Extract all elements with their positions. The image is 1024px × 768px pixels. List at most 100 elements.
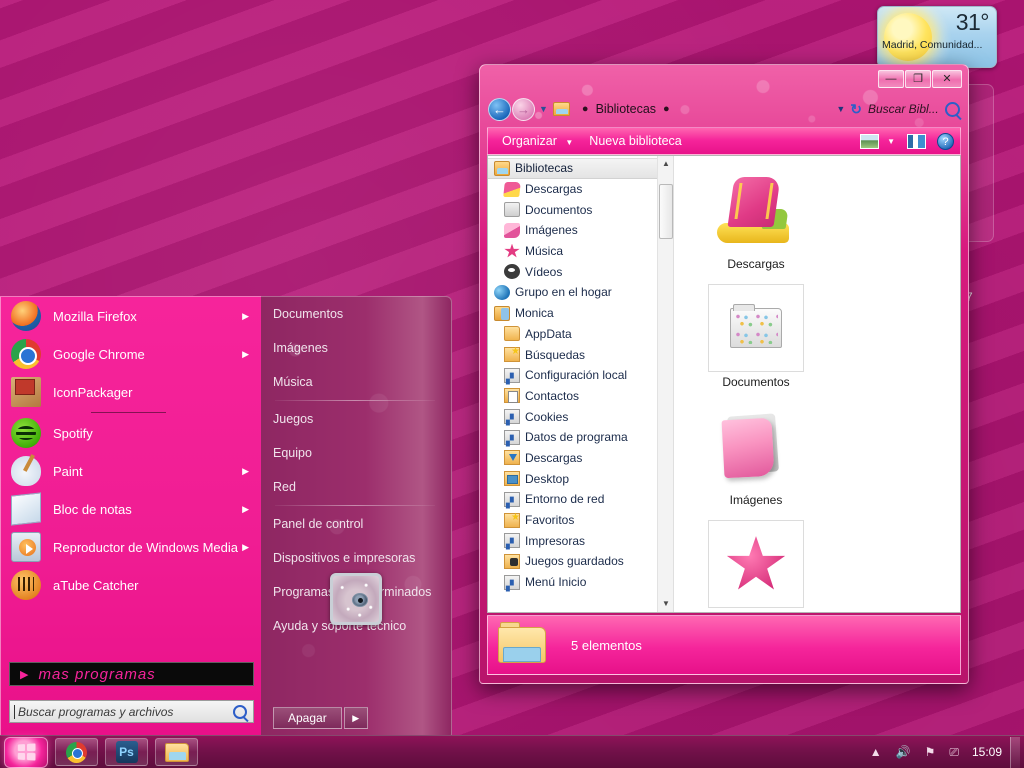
tree-item-label: Favoritos [525,513,574,527]
volume-icon[interactable]: 🔊 [896,745,911,759]
start-place-documentos[interactable]: Documentos [261,297,451,331]
tree-item-v-deos[interactable]: Vídeos [488,261,673,282]
tree-item-men-inicio[interactable]: Menú Inicio [488,572,673,593]
start-place-red[interactable]: Red [261,470,451,504]
chevron-right-icon: ▶ [242,504,249,515]
tree-item-m-sica[interactable]: Música [488,241,673,262]
show-hidden-icons-icon[interactable]: ▲ [870,745,882,759]
library-label: Música [737,611,775,613]
start-menu-left-pane: Mozilla Firefox▶Google Chrome▶IconPackag… [0,296,261,740]
start-program-atube-catcher[interactable]: aTube Catcher [1,566,261,604]
start-menu-divider [275,505,435,506]
forward-button[interactable]: → [512,98,535,121]
organize-button[interactable]: Organizar ▼ [494,132,581,150]
tree-item-im-genes[interactable]: Imágenes [488,220,673,241]
minimize-icon: — [879,71,903,87]
tree-item-monica[interactable]: Monica [488,303,673,324]
tree-item-descargas[interactable]: Descargas [488,179,673,200]
explorer-window[interactable]: — ❐ ✕ ← → ▼ ● Bibliotecas ● ▼ [479,64,969,684]
tree-item-impresoras[interactable]: Impresoras [488,530,673,551]
layout-pane-icon[interactable] [907,134,926,149]
tree-item-bibliotecas[interactable]: Bibliotecas [488,158,673,179]
clock[interactable]: 15:09 [972,745,1002,759]
tree-item-juegos-guardados[interactable]: Juegos guardados [488,551,673,572]
recent-pages-chevron-down-icon[interactable]: ▼ [539,104,548,114]
start-program-label: Google Chrome [53,347,242,362]
maximize-button[interactable]: ❐ [905,70,931,88]
tree-item-label: Configuración local [525,368,627,382]
start-program-paint[interactable]: Paint▶ [1,452,261,490]
start-place-panel-de-control[interactable]: Panel de control [261,507,451,541]
library-tile-descargas[interactable]: Descargas [686,166,826,284]
library-tile-documentos[interactable]: Documentos [686,284,826,402]
address-bar[interactable]: ← → ▼ ● Bibliotecas ● ▼ ↻ Buscar Bibl... [488,95,960,123]
start-menu[interactable]: DocumentosImágenesMúsicaJuegosEquipoRedP… [0,296,452,740]
breadcrumb-item-bibliotecas[interactable]: Bibliotecas [596,102,656,116]
tree-item-b-squedas[interactable]: Búsquedas [488,344,673,365]
start-button[interactable] [4,737,48,768]
show-desktop-button[interactable] [1010,737,1020,768]
new-library-button[interactable]: Nueva biblioteca [581,132,689,150]
view-chevron-down-icon[interactable]: ▼ [887,137,895,146]
tree-item-desktop[interactable]: Desktop [488,468,673,489]
tree-item-appdata[interactable]: AppData [488,324,673,345]
tree-item-label: Monica [515,306,554,320]
tree-item-favoritos[interactable]: Favoritos [488,510,673,531]
tree-item-label: Documentos [525,203,592,217]
navigation-pane[interactable]: BibliotecasDescargasDocumentosImágenesMú… [488,156,674,612]
start-menu-divider [91,412,166,413]
start-program-mozilla-firefox[interactable]: Mozilla Firefox▶ [1,297,261,335]
start-program-reproductor-de-windows-media[interactable]: Reproductor de Windows Media▶ [1,528,261,566]
start-program-bloc-de-notas[interactable]: Bloc de notas▶ [1,490,261,528]
all-programs-button[interactable]: ▶ mas programas [9,662,254,686]
scroll-up-icon[interactable]: ▲ [658,156,674,172]
taskbar-item-explorer[interactable] [155,738,198,766]
breadcrumb[interactable]: ● Bibliotecas ● [553,98,831,120]
search-box[interactable]: Buscar Bibl... [868,102,960,117]
close-button[interactable]: ✕ [932,70,962,88]
start-place-m-sica[interactable]: Música [261,365,451,399]
start-program-spotify[interactable]: Spotify [1,414,261,452]
library-tile-im-genes[interactable]: Imágenes [686,402,826,520]
taskbar-item-chrome[interactable] [55,738,98,766]
scrollbar-thumb[interactable] [659,184,673,239]
shortcut-icon [504,368,520,383]
tree-item-cookies[interactable]: Cookies [488,406,673,427]
back-button[interactable]: ← [488,98,511,121]
shortcut-icon [504,409,520,424]
desktop[interactable]: Ra R 7 31° Madrid, Comunidad... — ❐ ✕ ← [0,0,1024,768]
search-input[interactable]: Buscar Bibl... [868,102,945,116]
shutdown-options-button[interactable]: ▶ [344,707,368,729]
avatar[interactable] [330,573,382,625]
shutdown-button[interactable]: Apagar [273,707,342,729]
tree-item-documentos[interactable]: Documentos [488,199,673,220]
tree-item-entorno-de-red[interactable]: Entorno de red [488,489,673,510]
weather-gadget[interactable]: 31° Madrid, Comunidad... [877,6,997,68]
minimize-button[interactable]: — [878,70,904,88]
tree-item-contactos[interactable]: Contactos [488,386,673,407]
address-dropdown-chevron-down-icon[interactable]: ▼ [836,104,845,114]
library-tile-m-sica[interactable]: Música [686,520,826,613]
action-center-icon[interactable]: ⎚ [949,745,959,760]
help-icon[interactable]: ? [937,133,954,150]
taskbar-item-photoshop[interactable]: Ps [105,738,148,766]
refresh-icon[interactable]: ↻ [850,101,862,118]
scroll-down-icon[interactable]: ▼ [658,596,674,612]
preview-pane-icon[interactable] [860,134,879,149]
navigation-scrollbar[interactable]: ▲ ▼ [657,156,673,612]
tree-item-grupo-en-el-hogar[interactable]: Grupo en el hogar [488,282,673,303]
start-place-im-genes[interactable]: Imágenes [261,331,451,365]
tree-item-descargas[interactable]: Descargas [488,448,673,469]
start-place-juegos[interactable]: Juegos [261,402,451,436]
start-program-iconpackager[interactable]: IconPackager [1,373,261,411]
start-place-equipo[interactable]: Equipo [261,436,451,470]
network-icon[interactable]: ⚑ [925,745,936,759]
content-pane[interactable]: DescargasDocumentosImágenesMúsicaVídeos [674,156,960,612]
breadcrumb-separator-trailing[interactable]: ● [663,103,670,115]
start-place-dispositivos-e-impresoras[interactable]: Dispositivos e impresoras [261,541,451,575]
start-search-input[interactable]: Buscar programas y archivos [9,700,254,723]
patterned-folder-icon [730,308,782,348]
start-program-google-chrome[interactable]: Google Chrome▶ [1,335,261,373]
tree-item-configuraci-n-local[interactable]: Configuración local [488,365,673,386]
tree-item-datos-de-programa[interactable]: Datos de programa [488,427,673,448]
